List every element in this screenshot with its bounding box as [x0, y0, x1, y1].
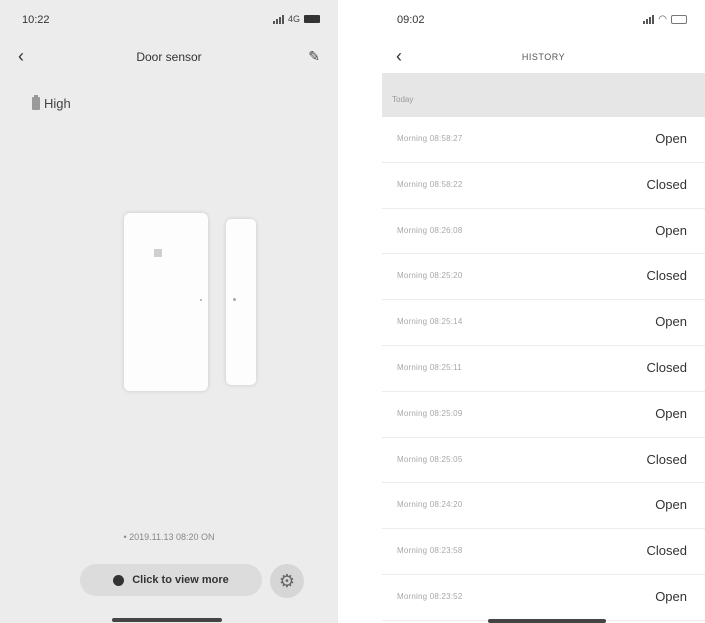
- home-indicator: [112, 618, 222, 622]
- history-status: Open: [655, 588, 687, 604]
- history-row[interactable]: Morning 08:58:22 Closed: [382, 163, 705, 209]
- gear-icon: ⚙: [278, 570, 296, 591]
- network-label: 4G: [287, 14, 300, 24]
- battery-level-label: High: [44, 96, 71, 111]
- history-screen: 09:02 ◠ ‹ HISTORY Today Morning 08:58:27…: [382, 0, 705, 623]
- battery-status: High: [32, 95, 71, 111]
- nav-bar: ‹ HISTORY: [382, 44, 705, 72]
- history-row[interactable]: Morning 08:23:52 Open: [382, 575, 705, 621]
- status-indicators: ◠: [643, 14, 687, 25]
- history-list: Morning 08:58:27 Open Morning 08:58:22 Clos…: [382, 117, 705, 621]
- history-row[interactable]: Morning 08:25:11 Closed: [382, 346, 705, 392]
- magnet-marker: [233, 298, 236, 301]
- home-indicator: [488, 619, 606, 623]
- day-section-header: Today: [382, 73, 705, 117]
- history-status: Closed: [646, 268, 687, 284]
- status-indicators: 4G: [272, 14, 320, 24]
- status-time: 09:02: [397, 14, 425, 26]
- signal-icon: [643, 15, 655, 24]
- history-time: Morning 08:58:22: [397, 179, 463, 189]
- history-row[interactable]: Morning 08:25:14 Open: [382, 300, 705, 346]
- settings-button[interactable]: ⚙: [270, 564, 304, 598]
- nav-bar: ‹ Door sensor ✎: [0, 44, 338, 72]
- history-status: Closed: [646, 176, 687, 192]
- day-label: Today: [392, 95, 414, 104]
- sensor-marker: [200, 299, 202, 301]
- history-row[interactable]: Morning 08:23:58 Closed: [382, 529, 705, 575]
- view-more-button[interactable]: Click to view more: [80, 564, 262, 596]
- history-status: Open: [655, 222, 687, 238]
- history-time: Morning 08:25:09: [397, 408, 463, 418]
- signal-icon: [272, 14, 284, 24]
- page-title: HISTORY: [521, 52, 566, 62]
- history-status: Open: [655, 314, 687, 330]
- history-row[interactable]: Morning 08:26:08 Open: [382, 209, 705, 255]
- history-time: Morning 08:23:52: [397, 591, 463, 601]
- history-row[interactable]: Morning 08:25:05 Closed: [382, 438, 705, 484]
- history-status: Open: [655, 497, 687, 513]
- history-time: Morning 08:23:58: [397, 546, 463, 556]
- battery-level-icon: [32, 95, 40, 110]
- edit-icon[interactable]: ✎: [308, 48, 320, 65]
- history-time: Morning 08:26:08: [397, 225, 463, 235]
- history-row[interactable]: Morning 08:25:09 Open: [382, 392, 705, 438]
- page-title: Door sensor: [136, 50, 202, 64]
- sensor-led: [154, 249, 162, 257]
- history-time: Morning 08:25:14: [397, 317, 463, 327]
- history-time: Morning 08:25:11: [397, 362, 462, 372]
- history-time: Morning 08:58:27: [397, 134, 463, 143]
- battery-icon: [304, 15, 320, 23]
- history-row[interactable]: Morning 08:58:27 Open: [382, 117, 705, 163]
- history-status: Open: [655, 405, 687, 421]
- view-more-label: Click to view more: [132, 574, 229, 586]
- history-status: Closed: [646, 359, 687, 375]
- sensor-body-illustration: [124, 213, 208, 391]
- history-row[interactable]: Morning 08:25:20 Closed: [382, 254, 705, 301]
- last-event-text: • 2019.11.13 08:20 ON: [123, 532, 215, 542]
- status-time: 10:22: [22, 14, 50, 26]
- info-icon: [113, 574, 125, 586]
- wifi-icon: ◠: [658, 14, 667, 25]
- history-status: Closed: [646, 543, 687, 559]
- history-time: Morning 08:24:20: [397, 500, 463, 510]
- door-sensor-screen: 10:22 4G ‹ Door sensor ✎ High • 2019.11.…: [0, 0, 338, 623]
- history-time: Morning 08:25:05: [397, 454, 463, 464]
- battery-icon: [671, 15, 687, 24]
- history-status: Closed: [646, 451, 687, 467]
- history-row[interactable]: Morning 08:24:20 Open: [382, 483, 705, 530]
- sensor-magnet-illustration: [226, 219, 256, 385]
- history-status: Open: [655, 131, 687, 146]
- status-bar: 09:02 ◠: [382, 14, 705, 34]
- status-bar: 10:22 4G: [0, 14, 338, 34]
- history-time: Morning 08:25:20: [397, 271, 463, 281]
